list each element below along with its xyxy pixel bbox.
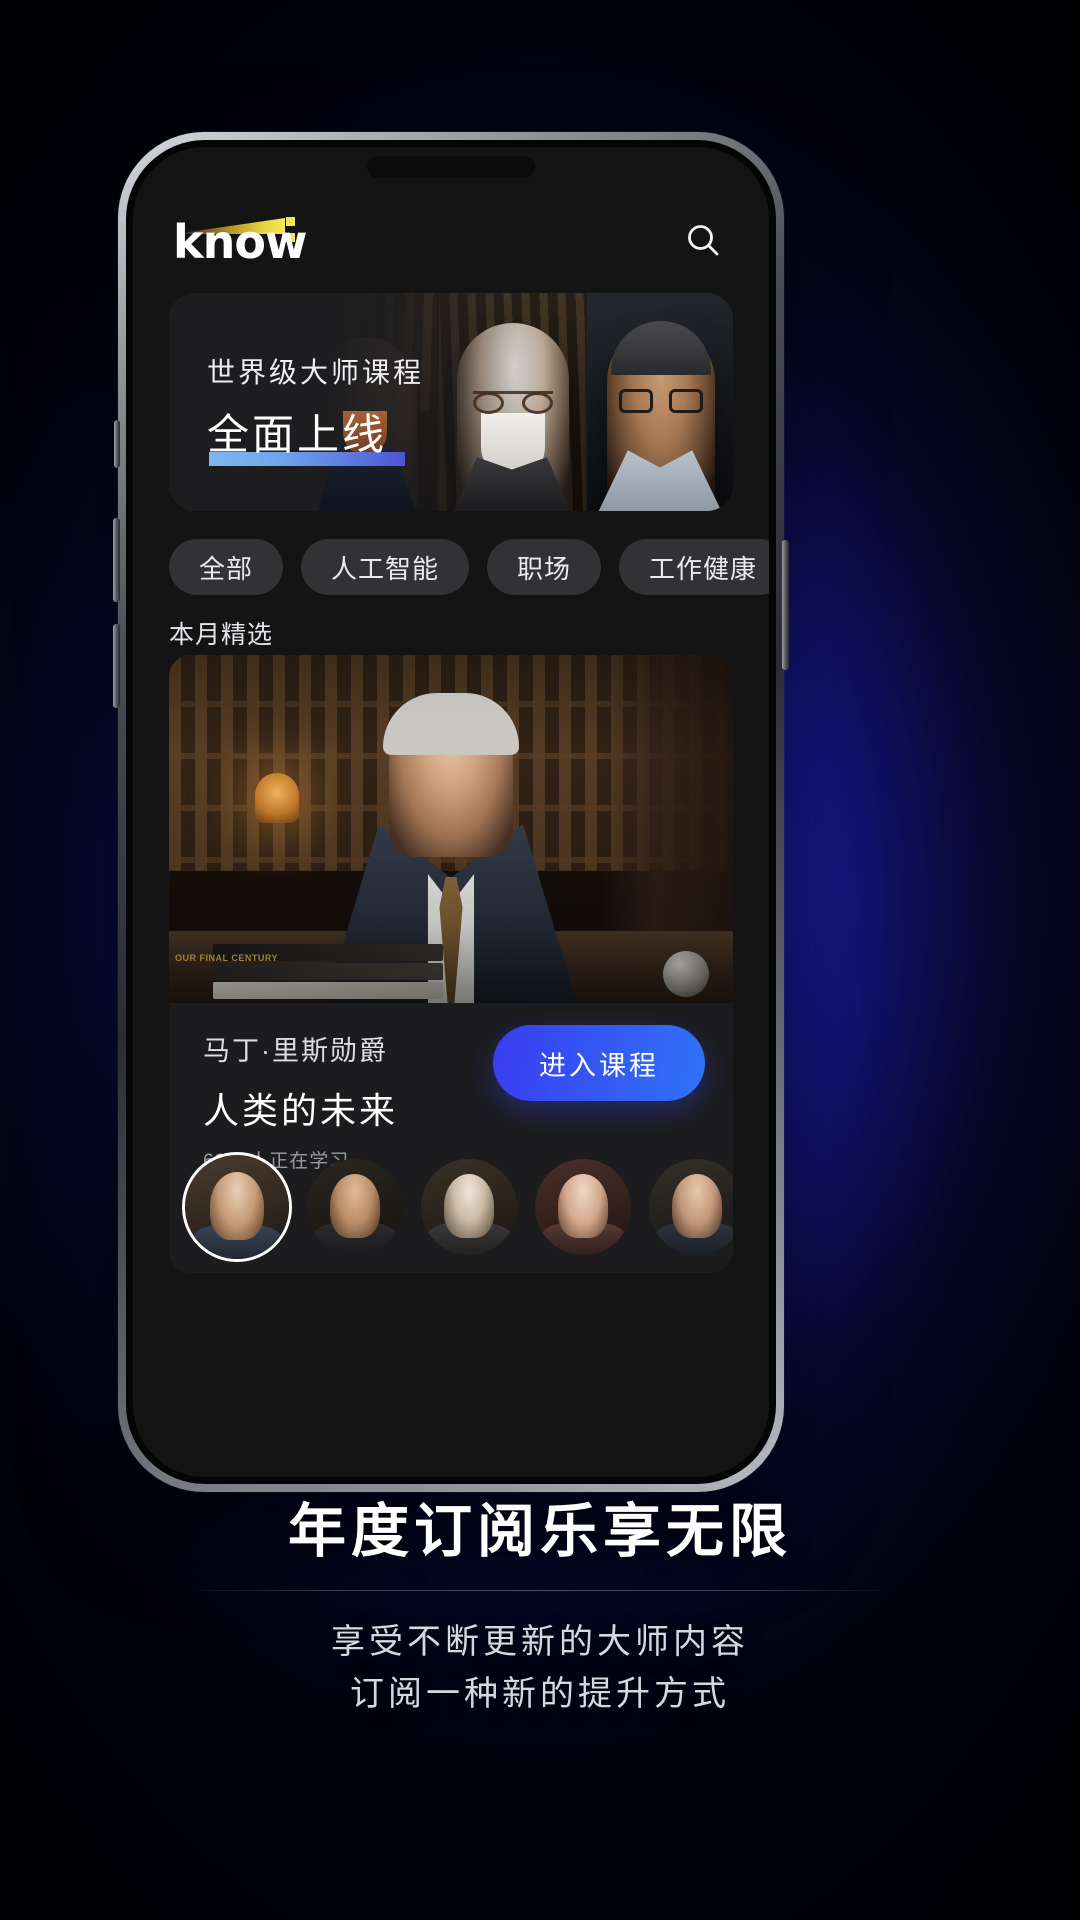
phone-bezel: know 世界级大师课程 全面上线 全部 人工智能 职场 工作健康 本月精选 马… — [126, 140, 776, 1484]
category-chip-row[interactable]: 全部 人工智能 职场 工作健康 英语 — [133, 539, 769, 595]
avatar-5[interactable] — [649, 1159, 733, 1255]
avatar-4[interactable] — [535, 1159, 631, 1255]
phone-power-button — [782, 540, 789, 670]
featured-course-card[interactable]: OUR FINAL CENTURY 马丁·里斯勋爵 人类的未来 6202人正在学… — [169, 655, 733, 1273]
hero-subtitle: 世界级大师课程 — [207, 357, 425, 388]
promo-block: 年度订阅乐享无限 享受不断更新的大师内容 订阅一种新的提升方式 — [0, 1498, 1080, 1721]
instructor-avatar-row[interactable] — [169, 1155, 733, 1259]
promo-headline: 年度订阅乐享无限 — [287, 1499, 792, 1564]
app-logo-text: know — [173, 215, 307, 269]
course-cover-image: OUR FINAL CENTURY — [169, 655, 733, 1003]
phone-volume-up — [113, 518, 120, 602]
phone-mute-switch — [114, 420, 120, 468]
phone-mockup: know 世界级大师课程 全面上线 全部 人工智能 职场 工作健康 本月精选 马… — [113, 132, 789, 1492]
hero-title: 全面上线 — [207, 411, 388, 458]
phone-volume-down — [113, 624, 120, 708]
search-button[interactable] — [679, 216, 727, 264]
avatar-2[interactable] — [307, 1159, 403, 1255]
enter-course-button[interactable]: 进入课程 — [493, 1025, 705, 1101]
hero-text-block: 世界级大师课程 全面上线 — [207, 351, 424, 468]
promo-line-2: 订阅一种新的提升方式 — [350, 1675, 730, 1714]
app-logo[interactable]: know — [173, 214, 307, 269]
category-chip-all[interactable]: 全部 — [169, 539, 284, 595]
hero-banner[interactable]: 世界级大师课程 全面上线 — [169, 293, 733, 511]
category-chip-workplace[interactable]: 职场 — [487, 539, 602, 595]
phone-notch — [367, 156, 535, 178]
category-chip-wellbeing[interactable]: 工作健康 — [619, 539, 769, 595]
phone-screen: know 世界级大师课程 全面上线 全部 人工智能 职场 工作健康 本月精选 马… — [133, 147, 769, 1477]
app-header: know — [133, 201, 769, 279]
search-icon — [683, 220, 723, 260]
section-title-featured: 本月精选 — [169, 621, 274, 649]
course-card-body: 马丁·里斯勋爵 人类的未来 6202人正在学习 进入课程 — [169, 1003, 733, 1173]
promo-divider — [180, 1590, 900, 1592]
category-chip-ai[interactable]: 人工智能 — [301, 539, 470, 595]
avatar-1[interactable] — [185, 1155, 289, 1259]
avatar-3[interactable] — [421, 1159, 517, 1255]
promo-line-1: 享受不断更新的大师内容 — [331, 1623, 749, 1662]
